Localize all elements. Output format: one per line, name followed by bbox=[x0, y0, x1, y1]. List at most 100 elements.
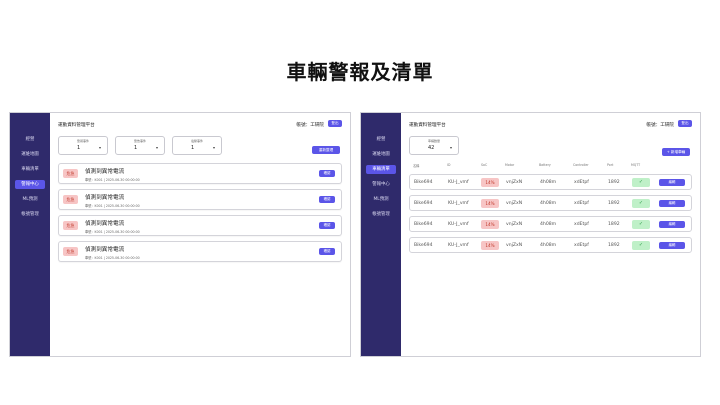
add-vehicle-button[interactable]: + 新增車輛 bbox=[662, 148, 690, 156]
severity-badge: 危急 bbox=[63, 195, 78, 204]
topbar: 運動資料管理平台 帳號：工研院 登出 bbox=[409, 120, 692, 130]
vehicle-id: KU-J_vmf bbox=[448, 180, 469, 185]
vehicle-count-select[interactable]: 車輛數量 42 ▾ bbox=[409, 136, 459, 155]
sidebar-item-vehicles[interactable]: 車輛清單 bbox=[366, 165, 396, 174]
acknowledge-button[interactable]: 確認 bbox=[319, 248, 335, 255]
vehicle-name: Bike694 bbox=[414, 243, 433, 248]
vehicle-id: KU-J_vmf bbox=[448, 243, 469, 248]
alert-title: 偵測到異常電流 bbox=[85, 247, 125, 253]
logout-button[interactable]: 登出 bbox=[328, 120, 342, 127]
motor-value: vnjZxN bbox=[506, 222, 523, 227]
acknowledge-button[interactable]: 確認 bbox=[319, 170, 335, 177]
alert-title: 偵測到異常電流 bbox=[85, 221, 125, 227]
vehicle-name: Bike694 bbox=[414, 180, 433, 185]
sidebar: 經營 運維地圖 車輛清單 警報中心 ML預測 帳號管理 bbox=[10, 113, 50, 356]
filter-label: 車輛數量 bbox=[427, 139, 440, 143]
main-content: 車輛數量 42 ▾ + 新增車輛 名稱 ID SoC Motor Battery… bbox=[409, 136, 692, 356]
column-header: 名稱 bbox=[413, 164, 420, 168]
battery-value: 4h08m bbox=[540, 180, 557, 185]
vehicle-name: Bike694 bbox=[414, 201, 433, 206]
edit-button[interactable]: 編輯 bbox=[659, 200, 685, 207]
controller-value: xdEtpf bbox=[574, 201, 589, 206]
sidebar: 經營 運維地圖 車輛清單 警報中心 ML預測 帳號管理 bbox=[361, 113, 401, 356]
edit-button[interactable]: 編輯 bbox=[659, 179, 685, 186]
alert-card: 危急 偵測到異常電流 車號：K001 | 2025-06-30 00:00:00… bbox=[58, 215, 342, 236]
check-icon: ✓ bbox=[632, 220, 650, 229]
controller-value: xdEtpf bbox=[574, 180, 589, 185]
sidebar-item-overview[interactable]: 經營 bbox=[366, 135, 396, 144]
sidebar-item-map[interactable]: 運維地圖 bbox=[366, 150, 396, 159]
vehicle-id: KU-J_vmf bbox=[448, 222, 469, 227]
acknowledge-button[interactable]: 確認 bbox=[319, 196, 335, 203]
acknowledge-button[interactable]: 確認 bbox=[319, 222, 335, 229]
battery-value: 4h08m bbox=[540, 243, 557, 248]
filter-value: 1 bbox=[134, 145, 138, 151]
port-value: 1892 bbox=[608, 180, 620, 185]
motor-value: vnjZxN bbox=[506, 201, 523, 206]
main-content: 警報事件 1 ▾ 警告事件 1 ▾ 電壓事件 1 ▾ 重新整理 危急 偵測到異常… bbox=[58, 136, 342, 356]
severity-badge: 危急 bbox=[63, 247, 78, 256]
warning-filter-select[interactable]: 警告事件 1 ▾ bbox=[115, 136, 165, 155]
sidebar-item-accounts[interactable]: 帳號管理 bbox=[366, 210, 396, 219]
sidebar-item-accounts[interactable]: 帳號管理 bbox=[15, 210, 45, 219]
table-row[interactable]: Bike694 KU-J_vmf 14% vnjZxN 4h08m xdEtpf… bbox=[409, 174, 692, 190]
filter-value: 1 bbox=[77, 145, 81, 151]
alert-filter-select[interactable]: 警報事件 1 ▾ bbox=[58, 136, 108, 155]
chevron-down-icon: ▾ bbox=[155, 145, 158, 150]
sidebar-item-alerts[interactable]: 警報中心 bbox=[366, 180, 396, 189]
soc-badge: 14% bbox=[481, 220, 499, 229]
alert-list: 危急 偵測到異常電流 車號：K001 | 2025-06-30 00:00:00… bbox=[58, 163, 342, 267]
filter-label: 電壓事件 bbox=[190, 139, 203, 143]
column-header: Battery bbox=[539, 163, 551, 167]
alert-meta: 車號：K001 | 2025-06-30 00:00:00 bbox=[85, 204, 140, 208]
port-value: 1892 bbox=[608, 222, 620, 227]
sidebar-item-overview[interactable]: 經營 bbox=[15, 135, 45, 144]
sidebar-item-vehicles[interactable]: 車輛清單 bbox=[15, 165, 45, 174]
battery-value: 4h08m bbox=[540, 222, 557, 227]
filter-value: 1 bbox=[191, 145, 195, 151]
sidebar-item-ml[interactable]: ML預測 bbox=[366, 195, 396, 204]
topbar: 運動資料管理平台 帳號：工研院 登出 bbox=[58, 120, 342, 130]
alert-card: 危急 偵測到異常電流 車號：K001 | 2025-06-30 00:00:00… bbox=[58, 163, 342, 184]
account-label: 帳號：工研院 bbox=[296, 123, 324, 128]
column-header: Controller bbox=[573, 163, 589, 167]
soc-badge: 14% bbox=[481, 178, 499, 187]
vehicle-list-screen: 經營 運維地圖 車輛清單 警報中心 ML預測 帳號管理 運動資料管理平台 帳號：… bbox=[360, 112, 701, 357]
vehicle-name: Bike694 bbox=[414, 222, 433, 227]
table-row[interactable]: Bike694 KU-J_vmf 14% vnjZxN 4h08m xdEtpf… bbox=[409, 216, 692, 232]
logout-button[interactable]: 登出 bbox=[678, 120, 692, 127]
check-icon: ✓ bbox=[632, 199, 650, 208]
column-header: Port bbox=[607, 163, 614, 167]
table-row[interactable]: Bike694 KU-J_vmf 14% vnjZxN 4h08m xdEtpf… bbox=[409, 195, 692, 211]
severity-badge: 危急 bbox=[63, 221, 78, 230]
alert-card: 危急 偵測到異常電流 車號：K001 | 2025-06-30 00:00:00… bbox=[58, 189, 342, 210]
column-header: MQTT bbox=[631, 163, 641, 167]
chevron-down-icon: ▾ bbox=[449, 145, 452, 150]
alert-card: 危急 偵測到異常電流 車號：K001 | 2025-06-30 00:00:00… bbox=[58, 241, 342, 262]
edit-button[interactable]: 編輯 bbox=[659, 242, 685, 249]
motor-value: vnjZxN bbox=[506, 243, 523, 248]
alert-title: 偵測到異常電流 bbox=[85, 195, 125, 201]
refresh-button[interactable]: 重新整理 bbox=[312, 146, 340, 154]
voltage-filter-select[interactable]: 電壓事件 1 ▾ bbox=[172, 136, 222, 155]
check-icon: ✓ bbox=[632, 178, 650, 187]
chevron-down-icon: ▾ bbox=[98, 145, 101, 150]
port-value: 1892 bbox=[608, 201, 620, 206]
vehicle-id: KU-J_vmf bbox=[448, 201, 469, 206]
controller-value: xdEtpf bbox=[574, 243, 589, 248]
chevron-down-icon: ▾ bbox=[212, 145, 215, 150]
filter-label: 警報事件 bbox=[76, 139, 89, 143]
app-title: 運動資料管理平台 bbox=[409, 123, 446, 128]
app-title: 運動資料管理平台 bbox=[58, 123, 95, 128]
table-row[interactable]: Bike694 KU-J_vmf 14% vnjZxN 4h08m xdEtpf… bbox=[409, 237, 692, 253]
sidebar-item-alerts[interactable]: 警報中心 bbox=[15, 180, 45, 189]
filter-label: 警告事件 bbox=[133, 139, 146, 143]
alert-meta: 車號：K001 | 2025-06-30 00:00:00 bbox=[85, 230, 140, 234]
battery-value: 4h08m bbox=[540, 201, 557, 206]
alert-center-screen: 經營 運維地圖 車輛清單 警報中心 ML預測 帳號管理 運動資料管理平台 帳號：… bbox=[9, 112, 351, 357]
sidebar-item-map[interactable]: 運維地圖 bbox=[15, 150, 45, 159]
column-header: Motor bbox=[505, 163, 515, 167]
controller-value: xdEtpf bbox=[574, 222, 589, 227]
edit-button[interactable]: 編輯 bbox=[659, 221, 685, 228]
sidebar-item-ml[interactable]: ML預測 bbox=[15, 195, 45, 204]
